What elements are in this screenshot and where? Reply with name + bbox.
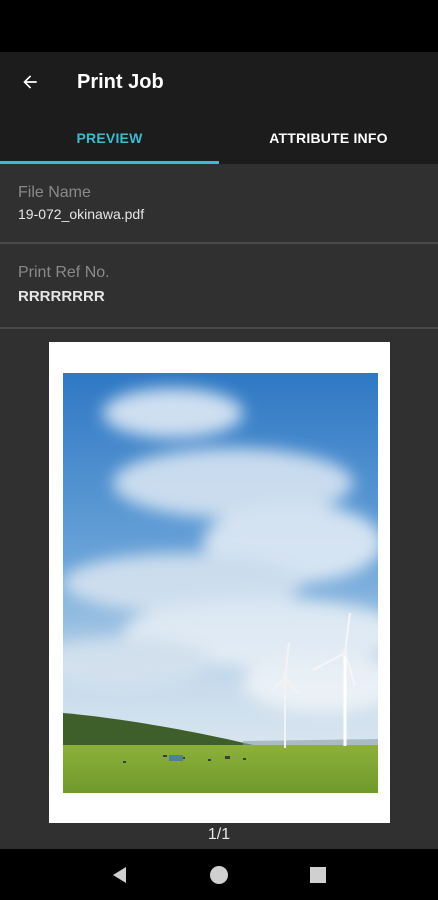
nav-recents-button[interactable] <box>298 855 338 895</box>
preview-photo <box>63 373 378 793</box>
page-preview[interactable] <box>49 342 390 823</box>
nav-back-button[interactable] <box>100 855 140 895</box>
page-indicator: 1/1 <box>207 826 231 843</box>
triangle-back-icon <box>112 866 126 883</box>
square-recents-icon <box>310 866 327 883</box>
tab-attribute-info-label: ATTRIBUTE INFO <box>269 130 388 146</box>
print-ref-row: Print Ref No. RRRRRRRR <box>0 244 438 329</box>
tab-preview-label: PREVIEW <box>76 130 143 146</box>
print-ref-label: Print Ref No. <box>18 264 110 281</box>
screen: Print Job PREVIEW ATTRIBUTE INFO File Na… <box>0 0 438 900</box>
status-bar <box>0 0 438 52</box>
page-title: Print Job <box>77 70 164 93</box>
app-bar: Print Job <box>0 52 438 112</box>
tab-preview[interactable]: PREVIEW <box>0 112 219 164</box>
tab-attribute-info[interactable]: ATTRIBUTE INFO <box>219 112 438 164</box>
file-name-label: File Name <box>18 184 91 201</box>
print-ref-value: RRRRRRRR <box>18 288 105 305</box>
file-name-value: 19-072_okinawa.pdf <box>18 206 145 222</box>
circle-home-icon <box>209 865 228 884</box>
arrow-left-icon <box>23 75 37 89</box>
file-name-row: File Name 19-072_okinawa.pdf <box>0 164 438 244</box>
tab-bar: PREVIEW ATTRIBUTE INFO <box>0 112 438 164</box>
back-button[interactable] <box>0 52 60 112</box>
system-nav-bar <box>0 849 438 900</box>
nav-home-button[interactable] <box>199 855 239 895</box>
